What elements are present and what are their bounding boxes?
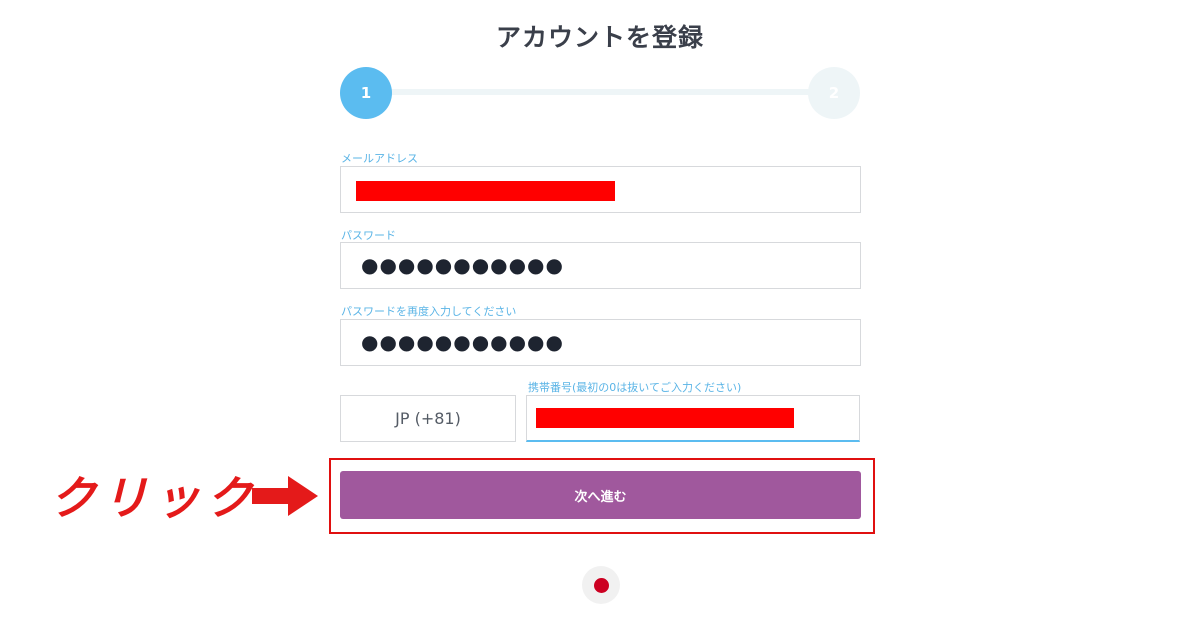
phone-label: 携帯番号(最初の0は抜いてご入力ください) [528, 381, 742, 394]
email-label: メールアドレス [341, 152, 418, 165]
confirm-password-label: パスワードを再度入力してください [341, 305, 517, 318]
confirm-password-masked-value: ●●●●●●●●●●● [361, 330, 564, 354]
password-masked-value: ●●●●●●●●●●● [361, 253, 564, 277]
stepper-progress-line [380, 89, 820, 95]
step-1-indicator: 1 [340, 67, 392, 119]
page-title: アカウントを登録 [495, 23, 704, 52]
language-selector[interactable] [582, 566, 620, 604]
japan-flag-icon [593, 577, 609, 593]
next-button[interactable]: 次へ進む [340, 471, 861, 519]
right-arrow-icon [252, 476, 318, 516]
email-field[interactable] [340, 166, 861, 213]
password-field[interactable]: ●●●●●●●●●●● [340, 242, 861, 289]
step-2-indicator: 2 [808, 67, 860, 119]
redacted-email [356, 181, 615, 201]
password-label: パスワード [341, 229, 396, 242]
phone-number-field[interactable] [526, 395, 860, 442]
redacted-phone [536, 408, 794, 428]
confirm-password-field[interactable]: ●●●●●●●●●●● [340, 319, 861, 366]
country-code-select[interactable]: JP (+81) [340, 395, 516, 442]
click-annotation-text: クリック [50, 471, 258, 525]
